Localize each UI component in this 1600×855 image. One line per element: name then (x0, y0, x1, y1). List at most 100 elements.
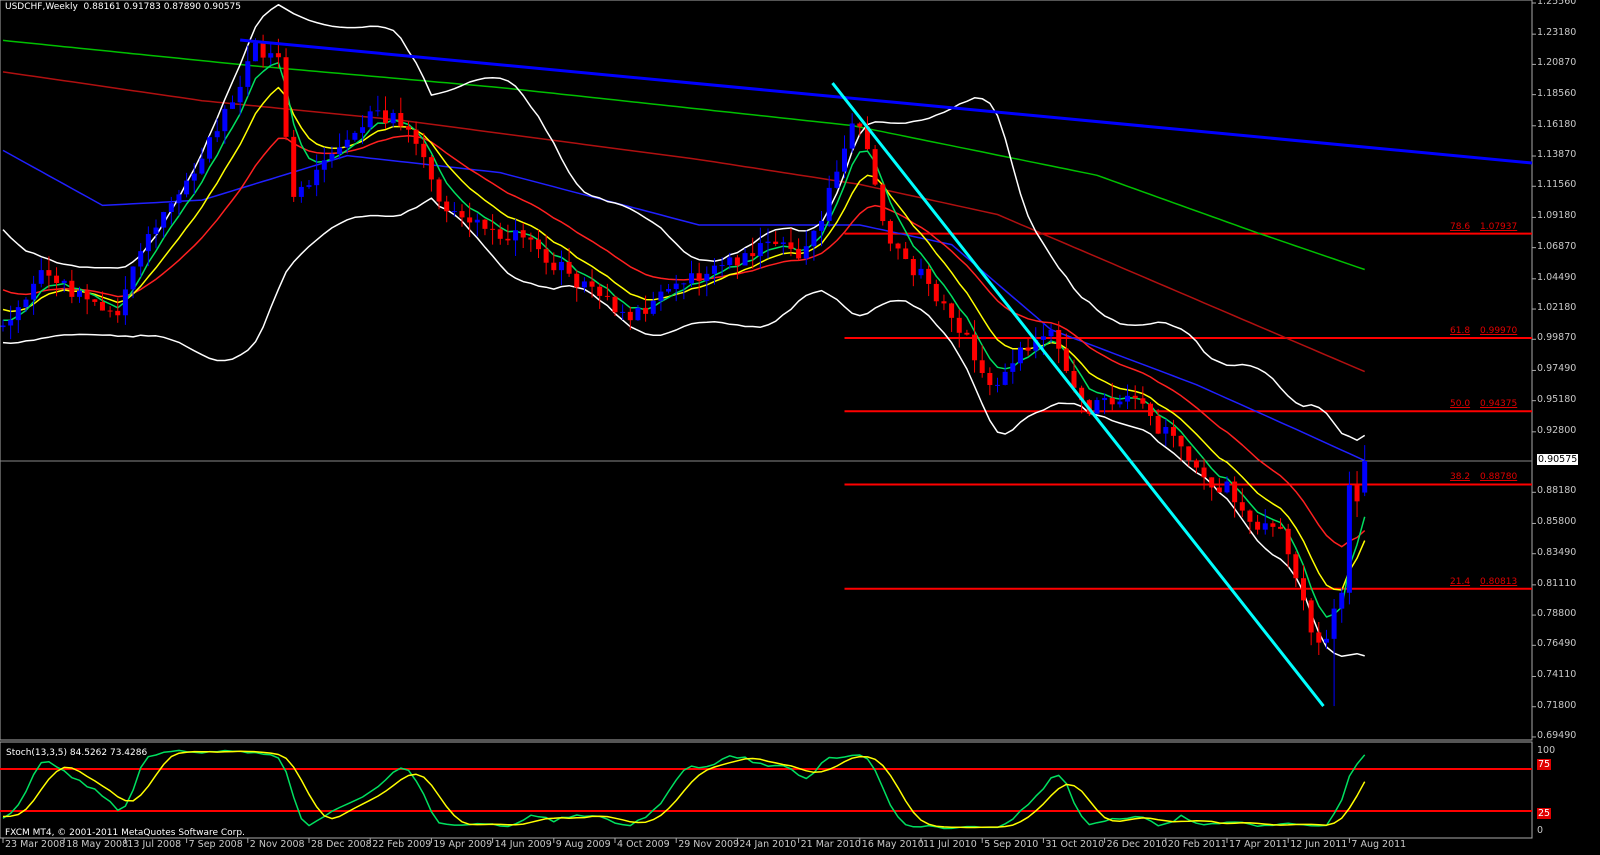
candle (880, 182, 886, 226)
candle-body (757, 243, 763, 257)
date-tick-label: 11 Jul 2010 (923, 839, 977, 850)
candle-body (918, 268, 924, 276)
candle-body (620, 311, 626, 313)
current-price-label: 0.90575 (1537, 453, 1579, 465)
price-tick-label: 0.88180 (1537, 485, 1577, 497)
date-tick-label: 20 Feb 2011 (1167, 839, 1227, 850)
candle-body (1339, 592, 1345, 609)
candle-body (1186, 446, 1192, 461)
candle-body (130, 266, 136, 290)
candle-body (1301, 578, 1306, 601)
candle-body (895, 243, 901, 249)
date-tick-label: 4 Oct 2009 (617, 839, 670, 850)
candle-body (964, 332, 970, 335)
price-tick-label: 0.92800 (1537, 424, 1577, 436)
fib-level-label: 61.8 (1450, 325, 1471, 336)
candle-body (306, 185, 312, 187)
price-tick-label: 1.16180 (1537, 118, 1577, 130)
candle-body (1048, 329, 1054, 337)
candle-body (1270, 523, 1276, 527)
candle-body (765, 241, 771, 244)
candle-body (107, 310, 113, 312)
price-tick-label: 1.23180 (1537, 27, 1577, 39)
candle-body (1232, 481, 1238, 503)
price-tick-label: 0.99870 (1537, 332, 1577, 344)
candle-body (184, 180, 190, 195)
candle-body (826, 187, 832, 221)
candle-body (1262, 523, 1268, 530)
candle-body (344, 139, 350, 148)
stoch-label: Stoch(13,3,5) 84.5262 73.4286 (6, 748, 148, 758)
price-tick-label: 1.20870 (1537, 57, 1577, 69)
date-tick-label: 9 Aug 2009 (555, 839, 611, 850)
candle (1346, 471, 1352, 605)
candle-body (1040, 336, 1046, 340)
price-tick-label: 0.74110 (1537, 669, 1577, 681)
price-tick-label: 0.97490 (1537, 363, 1577, 375)
candle-body (444, 201, 450, 212)
date-tick-label: 17 Apr 2011 (1229, 839, 1288, 850)
price-tick-label: 0.85800 (1537, 516, 1577, 528)
price-chart[interactable] (0, 0, 1600, 855)
candle-body (1178, 435, 1184, 447)
candle-body (237, 86, 243, 103)
price-tick-label: 1.13870 (1537, 149, 1577, 161)
chart-title: USDCHF,Weekly 0.88161 0.91783 0.87890 0.… (5, 2, 241, 12)
candle-body (490, 228, 496, 230)
fib-price-label: 0.88780 (1480, 472, 1518, 483)
candle-body (734, 257, 740, 266)
date-tick-label: 16 May 2010 (861, 839, 924, 850)
candle (283, 48, 289, 141)
candle-body (352, 132, 358, 140)
fib-price-label: 0.94375 (1480, 399, 1518, 410)
candle-body (1002, 371, 1008, 385)
price-tick-label: 1.04490 (1537, 271, 1577, 283)
candle-body (1316, 632, 1322, 643)
candle-body (1017, 347, 1023, 364)
date-tick-label: 31 Oct 2010 (1045, 839, 1105, 850)
candle-body (528, 237, 534, 240)
candle-body (1056, 329, 1062, 349)
candle-body (230, 102, 235, 109)
candle-body (268, 53, 274, 58)
candle-body (1025, 347, 1031, 351)
candle-body (421, 143, 427, 158)
candle-body (666, 288, 672, 292)
fib-price-label: 1.07937 (1480, 221, 1518, 232)
candle-body (1293, 554, 1299, 579)
candle-body (1109, 397, 1115, 405)
candle-body (291, 136, 297, 197)
date-tick-label: 18 May 2008 (66, 839, 129, 850)
price-tick-label: 0.71800 (1537, 699, 1577, 711)
date-tick-label: 24 Jan 2010 (739, 839, 797, 850)
candle-body (536, 239, 541, 250)
candle-body (926, 268, 932, 284)
stoch-scale-100: 100 (1537, 745, 1556, 756)
candle-body (1170, 427, 1176, 436)
candle-body (92, 299, 98, 302)
candle-body (405, 126, 411, 130)
candle-body (321, 160, 327, 170)
candle-body (0, 325, 6, 328)
price-tick-label: 0.78800 (1537, 608, 1577, 620)
candle-body (252, 43, 258, 62)
candle-body (995, 384, 1000, 386)
candle-body (1132, 395, 1138, 399)
stoch-scale-0: 0 (1537, 825, 1544, 836)
date-tick-label: 13 Jul 2008 (127, 839, 182, 850)
candle-body (191, 173, 197, 181)
candle-body (451, 211, 457, 213)
copyright: FXCM MT4, © 2001-2011 MetaQuotes Softwar… (5, 828, 245, 838)
candle-body (811, 230, 817, 247)
stoch-panel (0, 741, 1533, 839)
candle-body (819, 220, 825, 231)
candle-body (375, 110, 381, 112)
date-tick-label: 12 Jun 2011 (1290, 839, 1348, 850)
candle-body (1224, 481, 1230, 493)
price-tick-label: 1.25560 (1537, 0, 1577, 7)
price-tick-label: 1.02180 (1537, 302, 1577, 314)
candle (872, 145, 878, 187)
candle-body (222, 108, 228, 132)
candle-body (383, 110, 388, 124)
candle-body (933, 283, 939, 302)
